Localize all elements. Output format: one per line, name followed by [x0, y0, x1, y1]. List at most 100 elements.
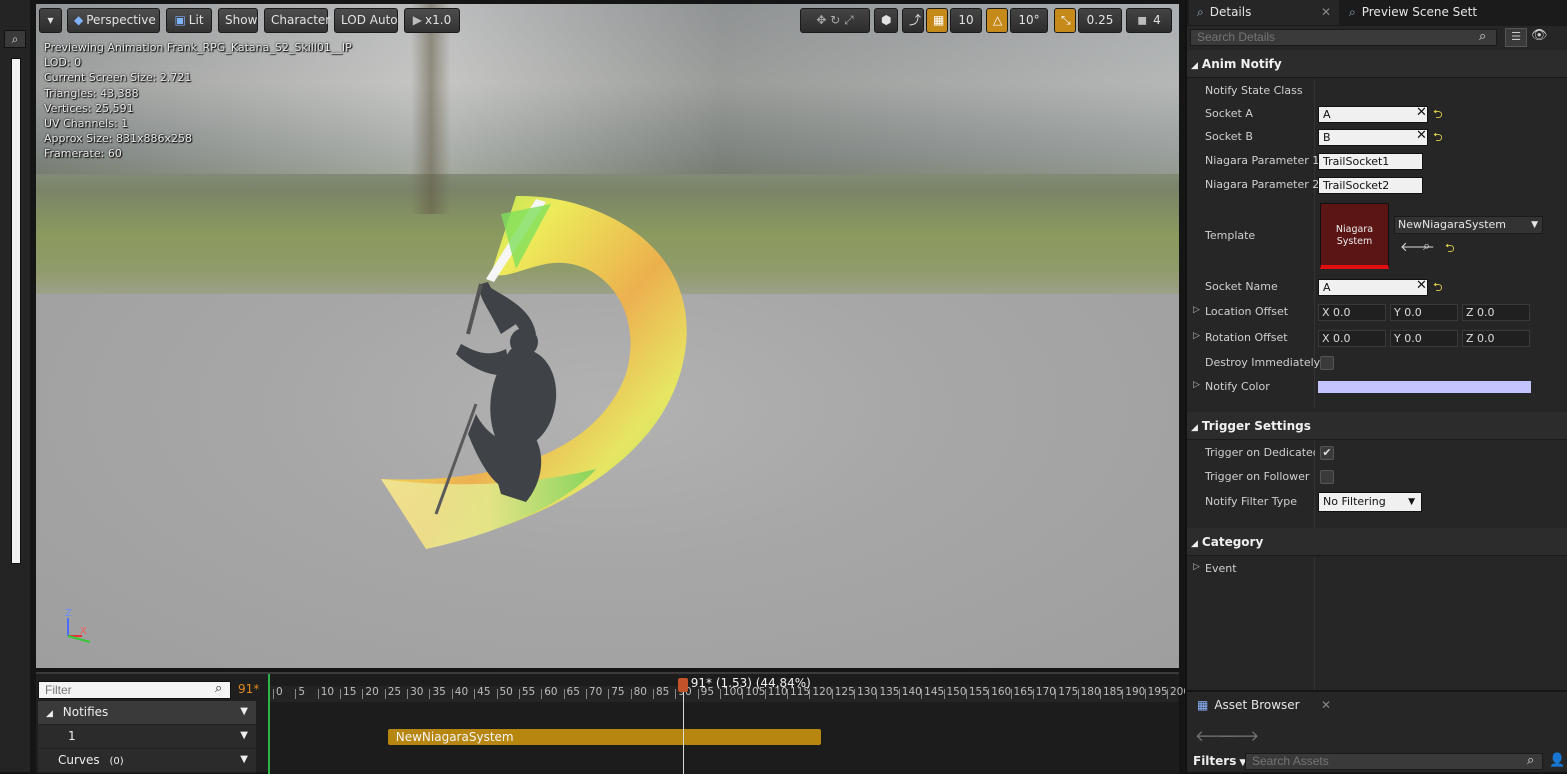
- rotation-snap-icon[interactable]: △: [986, 8, 1008, 33]
- perspective-button[interactable]: ◆ Perspective: [67, 8, 160, 33]
- playhead-label: 91* (1.53) (44.84%): [690, 676, 811, 690]
- chevron-down-icon[interactable]: ▼: [240, 701, 248, 723]
- niagara-param-1-field[interactable]: TrailSocket1: [1318, 153, 1423, 170]
- notify-bar[interactable]: NewNiagaraSystem: [387, 729, 822, 745]
- timeline-track-area[interactable]: 0 5 10 15 20 25 30 35 40 45 50 55 60 65 70 75 80 85 90 95 10…: [268, 674, 1190, 774]
- timeline-filter-input[interactable]: [38, 681, 231, 699]
- rotation-z-field[interactable]: Z 0.0: [1462, 330, 1530, 347]
- location-z-field[interactable]: Z 0.0: [1462, 304, 1530, 321]
- camera-speed-button[interactable]: ◼ 4: [1126, 8, 1172, 33]
- location-x-field[interactable]: X 0.0: [1318, 304, 1386, 321]
- transform-tools[interactable]: ✥ ↻ ⤢: [800, 8, 870, 33]
- ruler-tick-label: 195: [1147, 686, 1168, 698]
- expand-arrow-icon[interactable]: ▷: [1193, 305, 1200, 315]
- notifies-row[interactable]: ◢ Notifies ▼: [38, 701, 256, 725]
- notify-track-row[interactable]: 1 ▼: [38, 725, 256, 749]
- reset-icon[interactable]: ⮌: [1433, 105, 1443, 126]
- tab-details[interactable]: ⌕ Details ✕: [1189, 0, 1339, 25]
- left-scrollbar[interactable]: [11, 58, 21, 564]
- notify-color-label: Notify Color: [1205, 380, 1270, 393]
- playhead-handle[interactable]: [677, 678, 688, 692]
- frame-counter: 91*: [238, 682, 260, 696]
- trigger-dedicated-checkbox[interactable]: ✔: [1320, 446, 1334, 460]
- details-search-input[interactable]: [1190, 29, 1497, 46]
- eye-icon[interactable]: 👁: [1531, 28, 1548, 43]
- details-panel: ⌕Details ✕ ⌕Preview Scene Sett ⌕ ☰ 👁 ◢An…: [1185, 0, 1567, 690]
- reset-icon[interactable]: ⮌: [1445, 239, 1455, 260]
- curves-row[interactable]: Curves (0) ▼: [38, 749, 256, 773]
- forward-arrow-icon[interactable]: 🡒: [1219, 726, 1259, 745]
- lit-button[interactable]: ▣ Lit: [166, 8, 212, 33]
- search-icon[interactable]: ⌕: [1479, 29, 1486, 44]
- tab-preview-scene[interactable]: ⌕ Preview Scene Sett: [1343, 0, 1493, 25]
- niagara-param-2-field[interactable]: TrailSocket2: [1318, 177, 1423, 194]
- socket-b-field[interactable]: B: [1318, 129, 1428, 146]
- reset-icon[interactable]: ⮌: [1433, 128, 1443, 149]
- section-anim-notify[interactable]: ◢ Anim Notify: [1187, 50, 1567, 78]
- world-local-icon[interactable]: ⬢: [874, 8, 898, 33]
- trigger-follower-checkbox[interactable]: [1320, 470, 1334, 484]
- notify-color-swatch[interactable]: [1318, 381, 1531, 393]
- playback-speed-button[interactable]: ▶ x1.0: [404, 8, 460, 33]
- destroy-immediately-checkbox[interactable]: [1320, 356, 1334, 370]
- section-trigger-settings[interactable]: ◢ Trigger Settings: [1187, 412, 1567, 440]
- ruler-tick-mark: [854, 689, 856, 699]
- search-icon[interactable]: ⌕: [1527, 753, 1534, 768]
- lod-button[interactable]: LOD Auto: [334, 8, 398, 33]
- template-value: NewNiagaraSystem: [1398, 218, 1507, 231]
- viewport[interactable]: ▾ ◆ Perspective ▣ Lit Show Character LOD A…: [36, 4, 1179, 668]
- lit-label: Lit: [188, 13, 204, 27]
- character-button[interactable]: Character: [264, 8, 330, 33]
- socket-a-field[interactable]: A: [1318, 106, 1428, 123]
- close-icon[interactable]: ✕: [1321, 0, 1331, 25]
- ruler-tick-label: 5: [298, 686, 306, 698]
- clear-icon[interactable]: ✕: [1416, 278, 1427, 293]
- view-options-icon[interactable]: ☰: [1505, 28, 1527, 47]
- filters-button[interactable]: Filters ▼: [1193, 754, 1246, 768]
- z-label: Z: [1466, 332, 1474, 345]
- close-icon[interactable]: ✕: [1321, 694, 1331, 716]
- grid-snap-value[interactable]: 10: [950, 8, 982, 33]
- browse-icon[interactable]: ⌕: [1423, 239, 1430, 254]
- section-category[interactable]: ◢ Category: [1187, 528, 1567, 556]
- search-icon[interactable]: ⌕: [4, 30, 26, 48]
- asset-search-input[interactable]: [1245, 753, 1543, 770]
- search-icon[interactable]: ⌕: [215, 681, 222, 696]
- user-icon[interactable]: 👤: [1549, 753, 1565, 768]
- template-thumbnail[interactable]: Niagara System: [1320, 203, 1389, 269]
- expand-arrow-icon[interactable]: ▷: [1193, 331, 1200, 341]
- ruler-tick-mark: [1122, 689, 1124, 699]
- scale-snap-value[interactable]: 0.25: [1078, 8, 1122, 33]
- expand-arrow-icon[interactable]: ▷: [1193, 380, 1200, 390]
- reset-icon[interactable]: ⮌: [1433, 278, 1443, 299]
- rotation-x-field[interactable]: X 0.0: [1318, 330, 1386, 347]
- template-dropdown[interactable]: NewNiagaraSystem ▼: [1394, 216, 1543, 234]
- chevron-down-icon[interactable]: ▼: [240, 749, 248, 771]
- ruler-tick-mark: [809, 689, 811, 699]
- surface-snap-icon[interactable]: ⤴: [902, 8, 924, 33]
- clear-icon[interactable]: ✕: [1416, 128, 1427, 143]
- curves-label: Curves: [58, 753, 100, 767]
- notify-filter-type-dropdown[interactable]: No Filtering ▼: [1318, 492, 1422, 512]
- ruler-tick-label: 190: [1125, 686, 1146, 698]
- rotation-snap-value[interactable]: 10°: [1010, 8, 1048, 33]
- ruler-tick-label: 70: [588, 686, 603, 698]
- show-button[interactable]: Show: [218, 8, 258, 33]
- clear-icon[interactable]: ✕: [1416, 105, 1427, 120]
- ruler-tick-mark: [943, 689, 945, 699]
- chevron-down-icon[interactable]: ▼: [240, 725, 248, 747]
- destroy-immediately-label: Destroy Immediately: [1205, 356, 1321, 369]
- rotation-y-field[interactable]: Y 0.0: [1390, 330, 1458, 347]
- notify-state-class-label: Notify State Class: [1205, 84, 1303, 97]
- tab-asset-browser-label: Asset Browser: [1214, 698, 1300, 712]
- perspective-label: Perspective: [86, 13, 156, 27]
- tab-asset-browser[interactable]: ▦ Asset Browser ✕: [1189, 694, 1339, 716]
- viewport-menu-button[interactable]: ▾: [39, 8, 62, 33]
- grid-snap-icon[interactable]: ▦: [926, 8, 948, 33]
- location-offset-label: Location Offset: [1205, 305, 1289, 318]
- location-y-field[interactable]: Y 0.0: [1390, 304, 1458, 321]
- scale-snap-icon[interactable]: ⤡: [1054, 8, 1076, 33]
- section-trigger-title: Trigger Settings: [1201, 419, 1311, 433]
- socket-name-field[interactable]: A: [1318, 279, 1428, 296]
- expand-arrow-icon[interactable]: ▷: [1193, 562, 1200, 572]
